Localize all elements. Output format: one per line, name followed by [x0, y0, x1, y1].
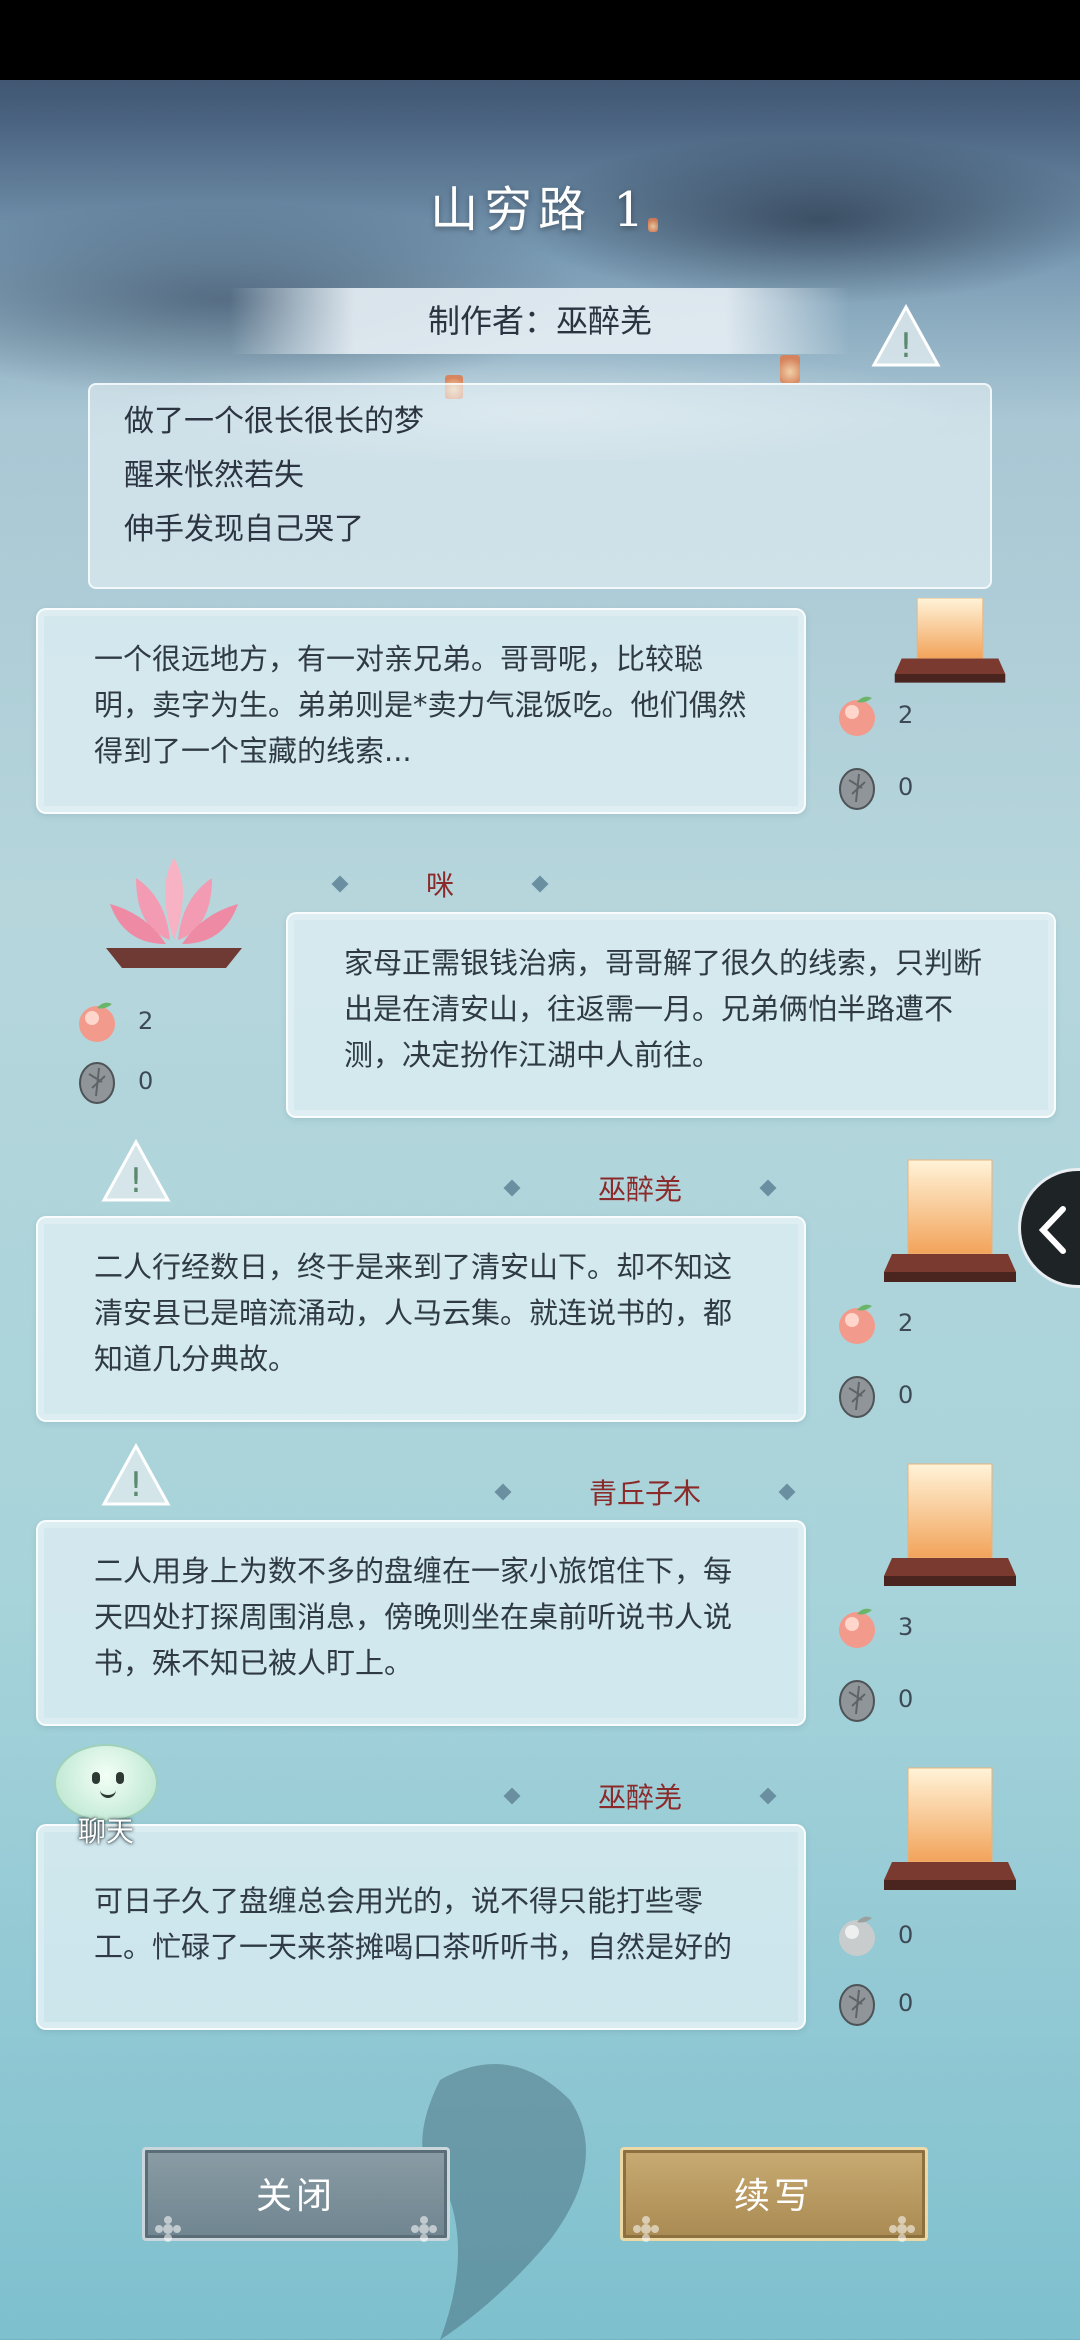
stone-count: 0: [898, 1685, 914, 1713]
stone-icon: [832, 1370, 882, 1420]
peach-icon: [832, 690, 882, 740]
status-bar: [0, 0, 1080, 80]
flower-ornament-icon: [155, 2184, 181, 2242]
summary-line: 醒来怅然若失: [124, 458, 304, 493]
peach-icon: [72, 996, 122, 1046]
entry-author-row: 青丘子木: [490, 1472, 800, 1512]
entry-text: 可日子久了盘缠总会用光的，说不得只能打些零工。忙碌了一天来茶摊喝口茶听听书，自然…: [94, 1884, 733, 1964]
peach-count: 2: [898, 701, 914, 729]
page-title: 山穷路 1: [430, 182, 650, 238]
floating-lantern-decoration: [780, 355, 800, 383]
peach-like-stat[interactable]: 2: [832, 690, 913, 740]
chevron-left-icon: [1038, 1206, 1066, 1254]
square-lantern-icon: [880, 1760, 1020, 1898]
entry-author-row: 巫醉羌: [490, 1776, 790, 1816]
entry-author-name: 青丘子木: [588, 1477, 701, 1510]
peach-like-stat[interactable]: 3: [832, 1602, 913, 1652]
flower-ornament-icon: [633, 2184, 659, 2242]
stone-dislike-stat[interactable]: 0: [832, 762, 913, 812]
stone-icon: [832, 1674, 882, 1724]
chat-button[interactable]: 聊天: [46, 1744, 166, 1854]
diamond-divider-icon: [759, 1787, 777, 1805]
author-banner: 制作者：巫醉羌: [230, 288, 850, 354]
svg-text:!: !: [129, 1161, 143, 1201]
stone-dislike-stat[interactable]: 0: [832, 1674, 913, 1724]
story-entry-bubble: 一个很远地方，有一对亲兄弟。哥哥呢，比较聪明，卖字为生。弟弟则是*卖力气混饭吃。…: [36, 608, 806, 814]
peach-icon: [832, 1602, 882, 1652]
lotus-lantern-icon: [96, 848, 252, 978]
peach-icon: [832, 1298, 882, 1348]
peach-count: 2: [138, 1007, 154, 1035]
peach-like-stat[interactable]: 2: [72, 996, 153, 1046]
continue-button-label: 续写: [733, 2176, 814, 2217]
stone-count: 0: [138, 1067, 154, 1095]
stone-count: 0: [898, 773, 914, 801]
close-button-label: 关闭: [255, 2176, 336, 2217]
stone-icon: [832, 762, 882, 812]
report-warning-icon[interactable]: !: [100, 1442, 172, 1508]
summary-line: 做了一个很长很长的梦: [124, 404, 424, 439]
stone-count: 0: [898, 1989, 914, 2017]
entry-author-name: 巫醉羌: [597, 1781, 682, 1814]
peach-icon: [832, 1910, 882, 1960]
square-lantern-icon: [880, 1456, 1020, 1594]
flower-ornament-icon: [411, 2184, 437, 2242]
entry-author-name: 咪: [425, 869, 454, 902]
story-entry-bubble: 二人用身上为数不多的盘缠在一家小旅馆住下，每天四处打探周围消息，傍晚则坐在桌前听…: [36, 1520, 806, 1726]
stone-icon: [832, 1978, 882, 2028]
continue-writing-button[interactable]: 续写: [620, 2147, 928, 2242]
side-panel-toggle[interactable]: [1018, 1168, 1080, 1288]
entry-author-name: 巫醉羌: [597, 1173, 682, 1206]
stone-count: 0: [898, 1381, 914, 1409]
stone-dislike-stat[interactable]: 0: [832, 1370, 913, 1420]
entry-author-row: 咪: [300, 864, 580, 904]
diamond-divider-icon: [503, 1787, 521, 1805]
chat-label: 聊天: [77, 1815, 134, 1848]
diamond-divider-icon: [778, 1483, 796, 1501]
close-button[interactable]: 关闭: [142, 2147, 450, 2242]
peach-count: 3: [898, 1613, 914, 1641]
svg-text:!: !: [129, 1465, 143, 1505]
story-summary: 做了一个很长很长的梦 醒来怅然若失 伸手发现自己哭了: [88, 383, 992, 589]
stone-dislike-stat[interactable]: 0: [72, 1056, 153, 1106]
stone-dislike-stat[interactable]: 0: [832, 1978, 913, 2028]
entry-author-row: 巫醉羌: [490, 1168, 790, 1208]
square-lantern-icon: [880, 1152, 1020, 1290]
entry-text: 二人用身上为数不多的盘缠在一家小旅馆住下，每天四处打探周围消息，傍晚则坐在桌前听…: [94, 1554, 733, 1680]
report-warning-icon[interactable]: !: [870, 303, 942, 369]
peach-count: 0: [898, 1921, 914, 1949]
stone-icon: [72, 1056, 122, 1106]
peach-count: 2: [898, 1309, 914, 1337]
square-lantern-icon: [880, 597, 1020, 693]
diamond-divider-icon: [503, 1179, 521, 1197]
entry-text: 家母正需银钱治病，哥哥解了很久的线索，只判断出是在清安山，往返需一月。兄弟俩怕半…: [344, 946, 983, 1072]
peach-like-stat[interactable]: 0: [832, 1910, 913, 1960]
report-warning-icon[interactable]: !: [100, 1138, 172, 1204]
diamond-divider-icon: [331, 875, 349, 893]
diamond-divider-icon: [759, 1179, 777, 1197]
entry-text: 一个很远地方，有一对亲兄弟。哥哥呢，比较聪明，卖字为生。弟弟则是*卖力气混饭吃。…: [94, 642, 747, 768]
svg-text:!: !: [899, 326, 913, 366]
story-entry-bubble: 可日子久了盘缠总会用光的，说不得只能打些零工。忙碌了一天来茶摊喝口茶听听书，自然…: [36, 1824, 806, 2030]
peach-like-stat[interactable]: 2: [832, 1298, 913, 1348]
story-entry-bubble: 二人行经数日，终于是来到了清安山下。却不知这清安县已是暗流涌动，人马云集。就连说…: [36, 1216, 806, 1422]
flower-ornament-icon: [889, 2184, 915, 2242]
diamond-divider-icon: [494, 1483, 512, 1501]
story-entry-bubble: 家母正需银钱治病，哥哥解了很久的线索，只判断出是在清安山，往返需一月。兄弟俩怕半…: [286, 912, 1056, 1118]
diamond-divider-icon: [531, 875, 549, 893]
entry-text: 二人行经数日，终于是来到了清安山下。却不知这清安县已是暗流涌动，人马云集。就连说…: [94, 1250, 733, 1376]
summary-line: 伸手发现自己哭了: [124, 512, 364, 547]
